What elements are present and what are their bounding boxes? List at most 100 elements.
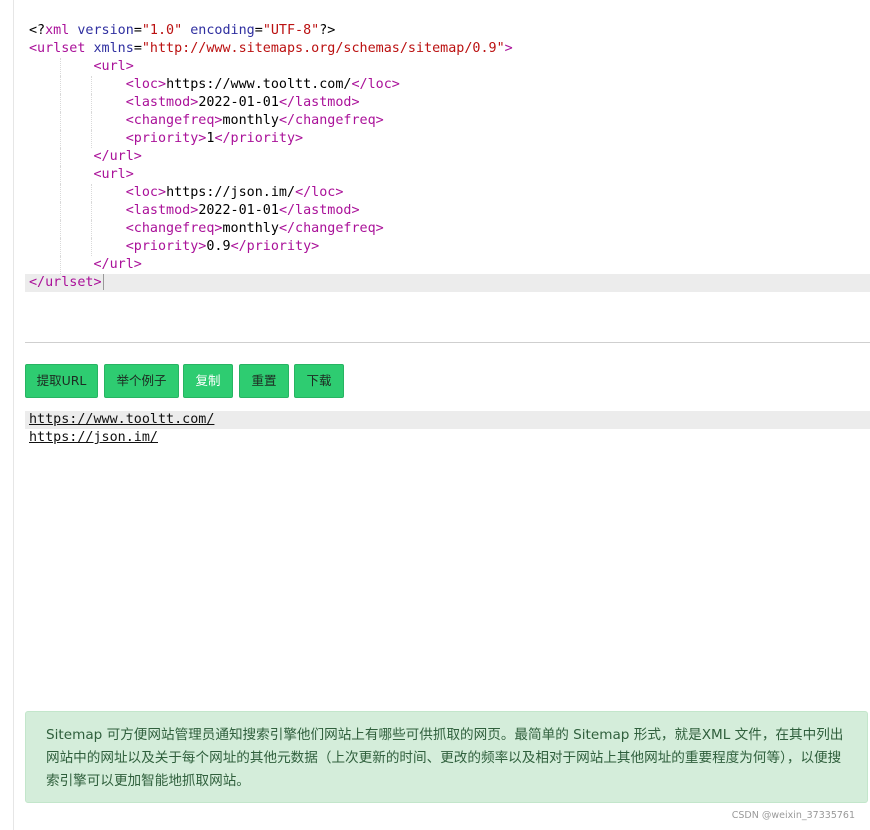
indent-guide <box>90 130 92 148</box>
code-token: </priority> <box>230 239 320 254</box>
code-token: </url> <box>93 257 142 272</box>
indent-guide <box>90 76 92 94</box>
code-token: <url> <box>93 59 134 74</box>
code-line: <priority>1</priority> <box>25 130 870 148</box>
indent-guide <box>59 94 61 112</box>
code-token: </lastmod> <box>278 203 360 218</box>
indent-guide <box>90 202 92 220</box>
indent-guide <box>90 184 92 202</box>
indent-guide <box>90 238 92 256</box>
code-token: xml <box>45 23 70 38</box>
csdn-watermark: CSDN @weixin_37335761 <box>731 810 855 821</box>
indent-guide <box>59 220 61 238</box>
code-token: ?> <box>319 23 336 38</box>
section-divider <box>25 342 870 343</box>
indent-guide <box>90 94 92 112</box>
code-line: <loc>https://json.im/</loc> <box>25 184 870 202</box>
code-line: <url> <box>25 58 870 76</box>
code-token: </loc> <box>295 185 344 200</box>
code-line: <priority>0.9</priority> <box>25 238 870 256</box>
code-token: "UTF-8" <box>262 23 320 38</box>
code-line: <changefreq>monthly</changefreq> <box>25 112 870 130</box>
indent-guide <box>59 130 61 148</box>
result-line: https://www.tooltt.com/ <box>25 411 870 429</box>
code-token: = <box>254 23 263 38</box>
code-line: <changefreq>monthly</changefreq> <box>25 220 870 238</box>
result-link[interactable]: https://json.im/ <box>29 430 158 445</box>
sitemap-info-alert: Sitemap 可方便网站管理员通知搜索引擎他们网站上有哪些可供抓取的网页。最简… <box>25 711 868 803</box>
code-line: <url> <box>25 166 870 184</box>
indent-guide <box>59 76 61 94</box>
code-token: <urlset <box>29 41 86 56</box>
code-line: </urlset> <box>25 274 870 292</box>
code-token: https://json.im/ <box>166 185 296 200</box>
indent-guide <box>59 148 61 166</box>
code-token: encoding <box>190 23 255 38</box>
indent-guide <box>59 256 61 274</box>
code-token: <lastmod> <box>125 95 199 110</box>
copy-button[interactable]: 复制 <box>183 364 233 398</box>
code-token: <loc> <box>125 77 167 92</box>
code-token: <priority> <box>125 131 207 146</box>
code-token: <priority> <box>125 239 207 254</box>
left-border <box>13 0 14 830</box>
code-token: <loc> <box>125 185 167 200</box>
result-line: https://json.im/ <box>25 429 870 447</box>
indent-guide <box>90 112 92 130</box>
reset-button[interactable]: 重置 <box>239 364 289 398</box>
download-button[interactable]: 下载 <box>294 364 344 398</box>
code-token: </loc> <box>351 77 400 92</box>
code-token: <lastmod> <box>125 203 199 218</box>
code-token: version <box>77 23 134 38</box>
code-token: <changefreq> <box>125 221 223 236</box>
code-token: "http://www.sitemaps.org/schemas/sitemap… <box>141 41 505 56</box>
code-line: <loc>https://www.tooltt.com/</loc> <box>25 76 870 94</box>
code-line: </url> <box>25 148 870 166</box>
code-token: 2022-01-01 <box>198 203 279 218</box>
code-line: <urlset xmlns="http://www.sitemaps.org/s… <box>25 40 870 58</box>
code-token: = <box>133 23 142 38</box>
code-token: </changefreq> <box>278 221 384 236</box>
code-line: <lastmod>2022-01-01</lastmod> <box>25 202 870 220</box>
code-line: <lastmod>2022-01-01</lastmod> <box>25 94 870 112</box>
code-line: </url> <box>25 256 870 274</box>
text-cursor <box>102 274 104 290</box>
code-token: </priority> <box>214 131 304 146</box>
code-token: </changefreq> <box>278 113 384 128</box>
code-token: "1.0" <box>141 23 183 38</box>
indent-guide <box>59 58 61 76</box>
code-token: monthly <box>222 221 279 236</box>
indent-guide <box>59 166 61 184</box>
indent-guide <box>90 220 92 238</box>
code-token: = <box>133 41 142 56</box>
code-token: <? <box>29 23 46 38</box>
code-token: monthly <box>222 113 279 128</box>
xml-code-editor[interactable]: <?xml version="1.0" encoding="UTF-8"?> <u… <box>25 22 870 297</box>
result-link[interactable]: https://www.tooltt.com/ <box>29 412 214 427</box>
example-button[interactable]: 举个例子 <box>104 364 179 398</box>
code-line: <?xml version="1.0" encoding="UTF-8"?> <box>25 22 870 40</box>
indent-guide <box>59 202 61 220</box>
indent-guide <box>59 184 61 202</box>
code-token: https://www.tooltt.com/ <box>166 77 352 92</box>
code-token: </urlset> <box>29 275 102 290</box>
indent-guide <box>59 238 61 256</box>
extracted-url-output[interactable]: https://www.tooltt.com/ https://json.im/ <box>25 411 870 447</box>
code-token: 0.9 <box>206 239 231 254</box>
code-token: 2022-01-01 <box>198 95 279 110</box>
sitemap-info-text: Sitemap 可方便网站管理员通知搜索引擎他们网站上有哪些可供抓取的网页。最简… <box>46 727 844 789</box>
code-token: xmlns <box>93 41 134 56</box>
extract-url-button[interactable]: 提取URL <box>25 364 98 398</box>
